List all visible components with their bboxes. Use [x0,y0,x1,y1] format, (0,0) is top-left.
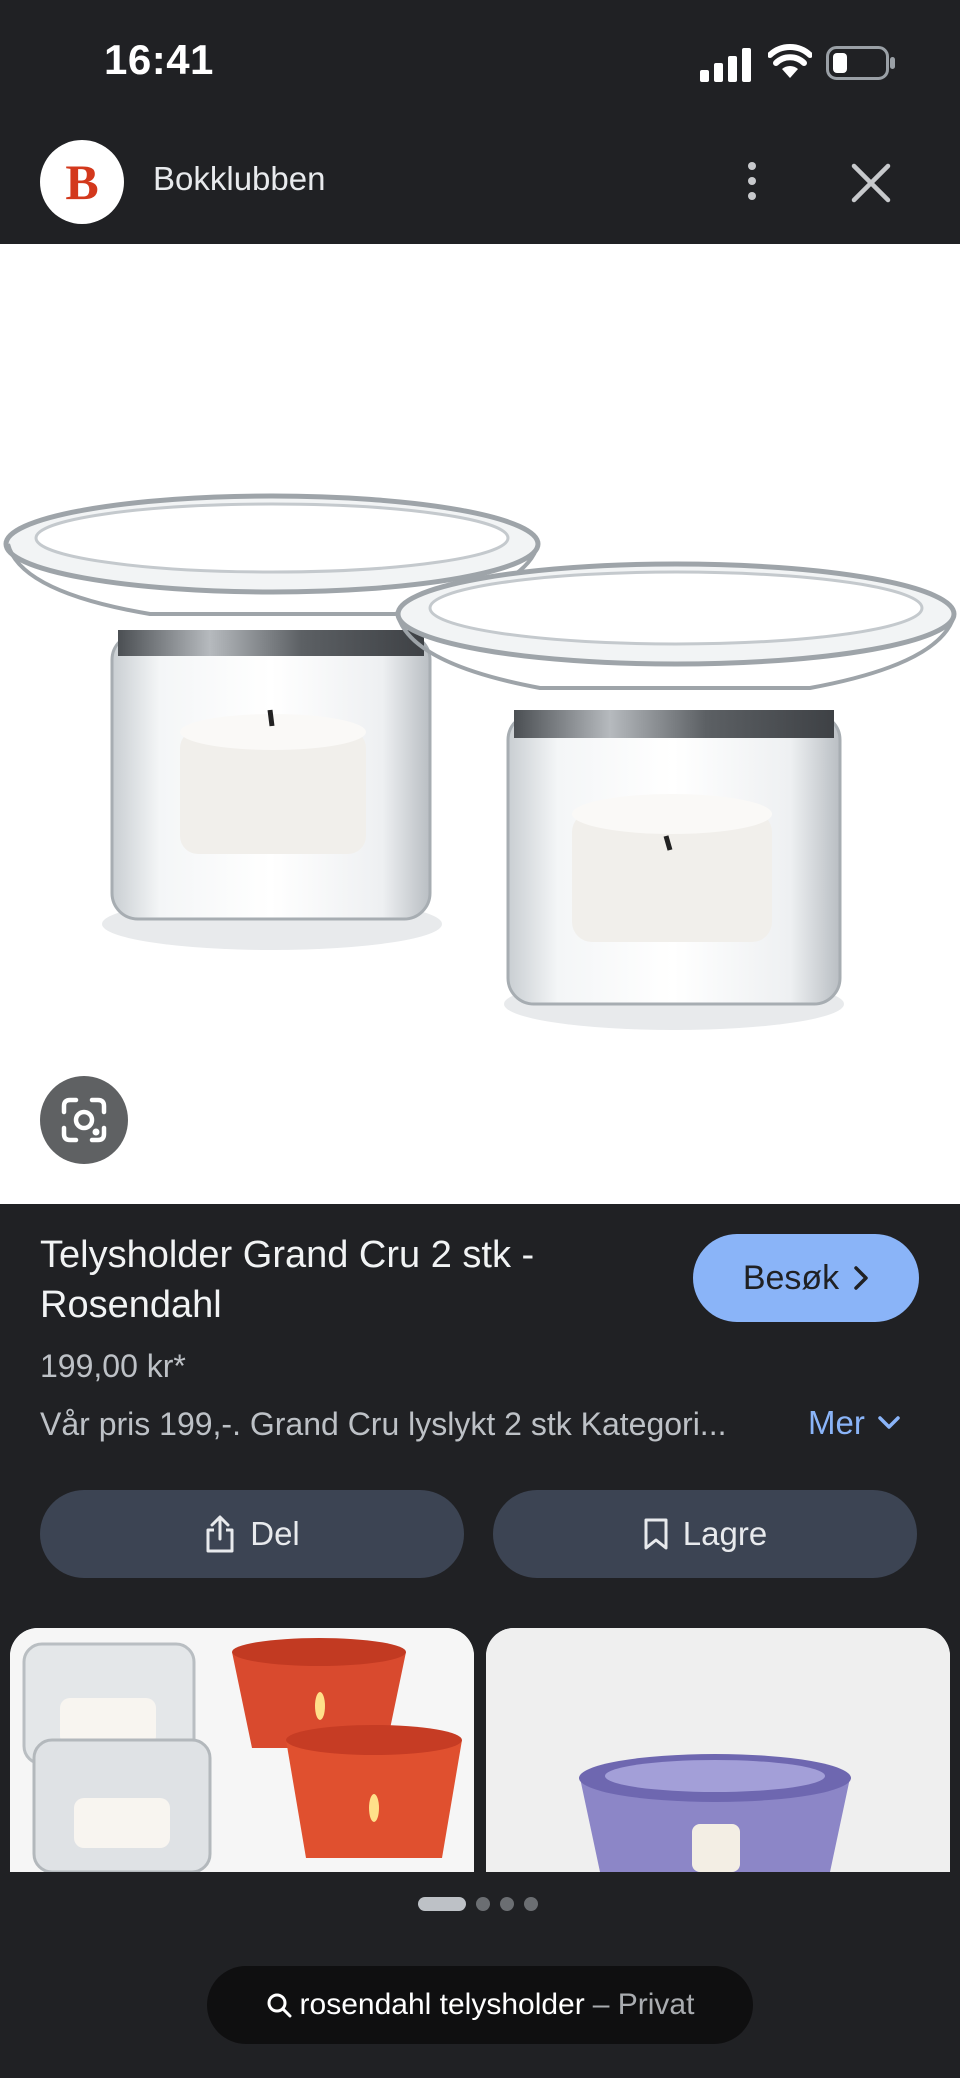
wifi-icon [768,44,812,78]
close-icon[interactable] [848,160,894,206]
status-bar: 16:41 [0,0,960,120]
battery-low-icon [826,46,895,80]
carousel-dot-active[interactable] [418,1897,466,1911]
more-label: Mer [808,1404,865,1441]
search-icon [267,1993,292,2018]
candle-holders-illustration [3,493,957,1030]
chevron-right-icon [854,1266,868,1290]
share-label: Del [250,1515,300,1552]
save-button[interactable]: Lagre [493,1490,917,1578]
bookmark-icon [644,1518,668,1550]
cellular-signal-icon [700,48,751,82]
visit-button[interactable]: Besøk [693,1234,919,1322]
product-description: Vår pris 199,-. Grand Cru lyslykt 2 stk … [40,1406,727,1442]
logo-letter: B [65,154,99,210]
source-header: B Bokklubben [0,120,960,244]
share-icon [206,1515,234,1553]
search-mode: – Privat [592,1988,695,2021]
lens-icon [61,1097,107,1143]
chevron-down-icon [878,1416,900,1429]
related-image-clear-red [10,1628,474,1872]
save-label: Lagre [682,1515,768,1552]
site-logo[interactable]: B [40,140,124,224]
carousel-dot[interactable] [500,1897,514,1911]
lens-search-button[interactable] [40,1076,128,1164]
more-options-icon[interactable] [736,156,768,206]
related-result-card[interactable] [486,1628,950,1872]
product-title: Telysholder Grand Cru 2 stk - Rosendahl [40,1234,535,1326]
related-result-card[interactable] [10,1628,474,1872]
status-time: 16:41 [104,36,214,83]
product-image[interactable] [0,244,960,1204]
more-button[interactable]: Mer [808,1404,901,1442]
product-price: 199,00 kr* [40,1348,186,1384]
carousel-indicator [418,1896,538,1912]
share-button[interactable]: Del [40,1490,464,1578]
visit-label: Besøk [742,1258,840,1297]
search-pill[interactable]: rosendahl telysholder – Privat [207,1966,753,2044]
carousel-dot[interactable] [524,1897,538,1911]
related-image-purple [486,1628,950,1872]
search-query: rosendahl telysholder [299,1988,585,2021]
carousel-dot[interactable] [476,1897,490,1911]
site-name[interactable]: Bokklubben [153,160,325,198]
